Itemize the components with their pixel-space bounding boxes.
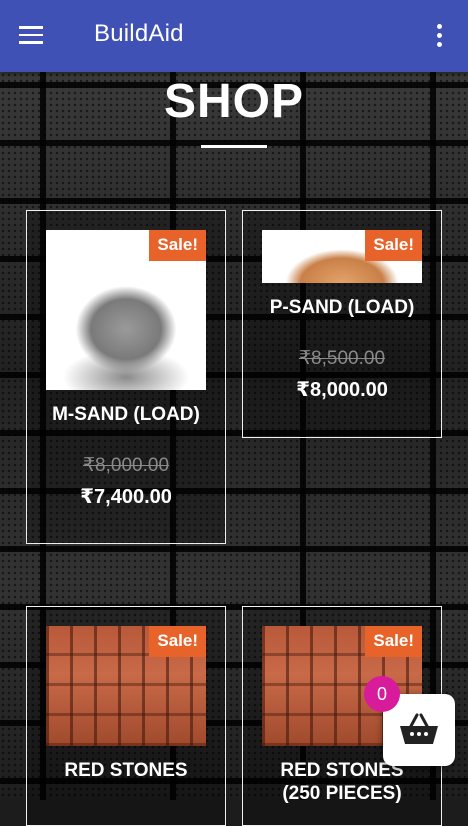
- sale-price: ₹8,000.00: [296, 379, 388, 401]
- more-options-icon[interactable]: [432, 24, 446, 48]
- product-name[interactable]: M-SAND (LOAD): [27, 403, 225, 426]
- basket-icon: [400, 713, 438, 744]
- sale-badge: Sale!: [365, 626, 422, 657]
- original-price: ₹8,000.00: [82, 455, 170, 476]
- app-title: BuildAid: [94, 20, 184, 47]
- product-name-line: (250 PIECES): [282, 783, 402, 804]
- page-title: SHOP: [163, 75, 305, 128]
- sale-price: ₹7,400.00: [80, 486, 172, 508]
- cart-count-badge: 0: [364, 676, 400, 712]
- product-card-m-sand[interactable]: Sale! M-SAND (LOAD) ₹8,000.00 ₹7,400.00: [26, 210, 226, 544]
- sale-badge: Sale!: [149, 626, 206, 657]
- original-price: ₹8,500.00: [298, 348, 386, 369]
- product-card-red-stones[interactable]: Sale! RED STONES: [26, 606, 226, 826]
- product-card-p-sand[interactable]: Sale! P-SAND (LOAD) ₹8,500.00 ₹8,000.00: [242, 210, 442, 438]
- app-bar: BuildAid: [0, 0, 468, 72]
- sale-badge: Sale!: [149, 230, 206, 261]
- heading-divider: [201, 145, 267, 148]
- menu-icon[interactable]: [19, 26, 43, 44]
- product-name[interactable]: P-SAND (LOAD): [243, 296, 441, 319]
- sale-badge: Sale!: [365, 230, 422, 261]
- product-name[interactable]: RED STONES: [27, 759, 225, 782]
